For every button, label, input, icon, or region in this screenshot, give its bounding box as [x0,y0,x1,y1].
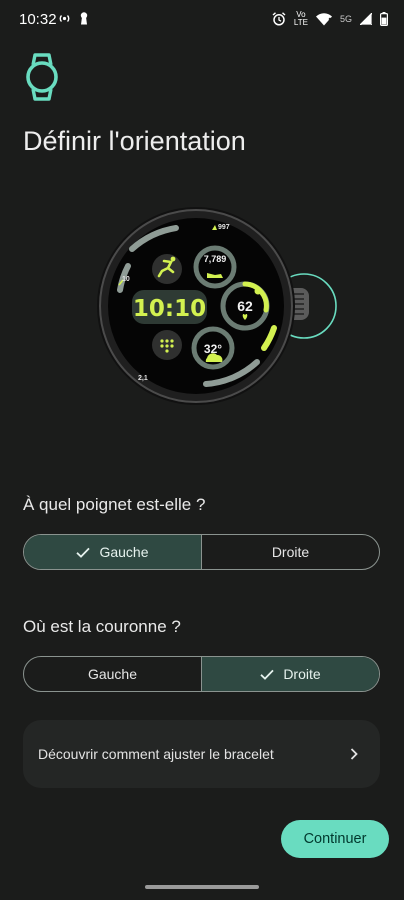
keyhole-icon [80,12,88,25]
watch-left-value: 10 [122,276,130,283]
wifi-icon [315,12,332,25]
crown-option-left[interactable]: Gauche [24,657,201,691]
volte-line-2: LTE [293,18,308,27]
watch-temperature: 32° [203,342,223,356]
battery-icon [380,12,388,26]
status-time: 10:32 [19,11,57,28]
alarm-icon [272,12,286,26]
watch-face [97,207,337,405]
watch-steps: 7,789 [203,254,227,264]
watch-illustration: 10:10 7,789 62 32° 997 10 2,1 [92,202,352,424]
wrist-option-left-label: Gauche [99,544,149,560]
network-type-label: 5G [339,14,352,24]
wrist-segmented-control: Gauche Droite [23,534,380,570]
wrist-option-right-label: Droite [271,544,310,560]
crown-option-left-label: Gauche [87,666,138,682]
watch-bottom-value: 2,1 [138,375,148,382]
signal-icon [360,13,372,25]
chevron-right-icon [350,748,358,760]
wrist-option-left[interactable]: Gauche [24,535,201,569]
wrist-question: À quel poignet est-elle ? [23,495,206,514]
adjust-band-link[interactable]: Découvrir comment ajuster le bracelet [23,720,380,788]
crown-option-right-label: Droite [283,666,321,682]
wrist-option-right[interactable]: Droite [201,535,379,569]
crown-question: Où est la couronne ? [23,617,181,636]
watch-icon [26,53,58,101]
gesture-navigation-bar[interactable] [145,885,259,889]
volte-indicator: Vo LTE [294,11,308,27]
check-icon [260,669,274,680]
watch-heart-rate: 62 [237,298,253,314]
hotspot-icon [59,15,70,22]
continue-button[interactable]: Continuer [281,820,389,858]
adjust-band-label: Découvrir comment ajuster le bracelet [38,746,274,762]
watch-time: 10:10 [132,296,207,322]
crown-option-right[interactable]: Droite [201,657,379,691]
check-icon [76,547,91,558]
crown-segmented-control: Gauche Droite [23,656,380,692]
page-title: Définir l'orientation [23,126,246,156]
status-bar: 10:32 Vo LTE 5G [0,0,404,40]
watch-top-value: 997 [218,224,230,231]
